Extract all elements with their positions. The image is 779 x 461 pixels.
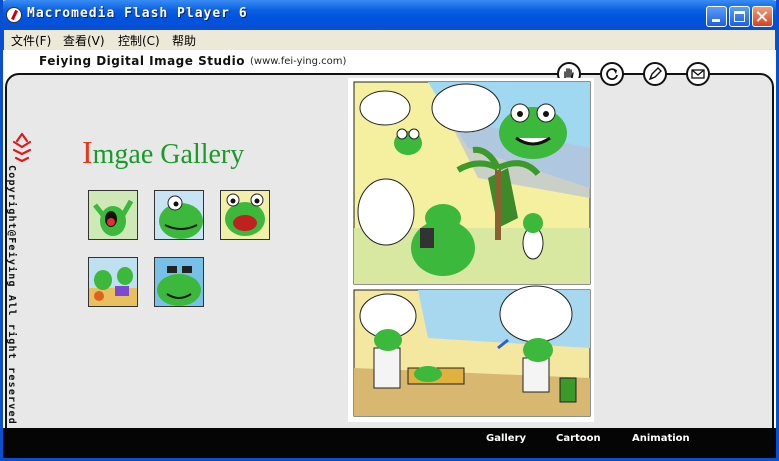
close-icon bbox=[753, 7, 772, 26]
menu-control[interactable]: 控制(C) bbox=[118, 32, 160, 49]
pen-button[interactable] bbox=[643, 62, 667, 86]
copyright-text: Copyright@Feiying All right reserved bbox=[6, 165, 17, 425]
nav-gallery-link[interactable]: Gallery bbox=[486, 433, 526, 444]
refresh-icon bbox=[606, 68, 618, 80]
studio-url: (www.fei-ying.com) bbox=[250, 56, 347, 67]
mail-button[interactable] bbox=[686, 62, 710, 86]
nav-animation-link[interactable]: Animation bbox=[632, 433, 690, 444]
gallery-thumbnail-5[interactable] bbox=[154, 257, 204, 307]
window-title-bar[interactable]: Macromedia Flash Player 6 bbox=[0, 0, 779, 30]
nav-cartoon-link[interactable]: Cartoon bbox=[556, 433, 601, 444]
mail-icon bbox=[691, 69, 705, 79]
window-border-left bbox=[0, 0, 3, 461]
studio-name: Feiying Digital Image Studio bbox=[39, 54, 245, 68]
menu-view[interactable]: 查看(V) bbox=[63, 32, 105, 49]
copyright-text-vertical: Copyright@Feiying All right reserved bbox=[3, 165, 21, 425]
gallery-title-rest: mgae Gallery bbox=[92, 139, 245, 170]
maximize-button[interactable] bbox=[729, 6, 750, 27]
window-title: Macromedia Flash Player 6 bbox=[27, 6, 248, 21]
feiying-logo-icon bbox=[12, 132, 32, 163]
minimize-button[interactable] bbox=[706, 6, 727, 27]
menu-bar: 文件(F) 查看(V) 控制(C) 帮助 bbox=[3, 30, 776, 50]
flash-player-icon bbox=[6, 7, 22, 23]
gallery-title-initial: I bbox=[82, 134, 93, 170]
gallery-thumbnail-1[interactable] bbox=[88, 190, 138, 240]
minimize-icon bbox=[712, 19, 720, 22]
refresh-button[interactable] bbox=[600, 62, 624, 86]
menu-help[interactable]: 帮助 bbox=[172, 32, 196, 49]
gallery-title: Imgae Gallery bbox=[82, 134, 244, 171]
pen-icon bbox=[648, 67, 662, 81]
comic-illustration bbox=[348, 78, 594, 422]
gallery-thumbnail-3[interactable] bbox=[220, 190, 270, 240]
close-button[interactable] bbox=[752, 6, 773, 27]
gallery-thumbnail-2[interactable] bbox=[154, 190, 204, 240]
gallery-thumbnail-4[interactable] bbox=[88, 257, 138, 307]
flash-stage: Feiying Digital Image Studio (www.fei-yi… bbox=[3, 50, 776, 458]
menu-file[interactable]: 文件(F) bbox=[11, 32, 51, 49]
maximize-icon bbox=[734, 11, 745, 22]
